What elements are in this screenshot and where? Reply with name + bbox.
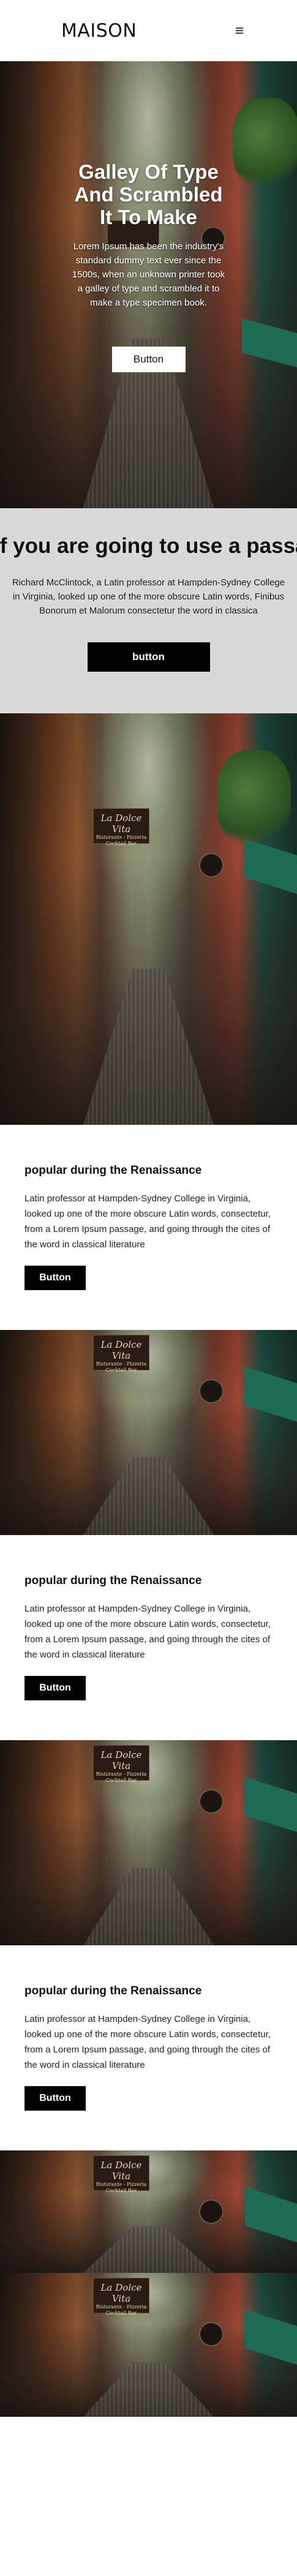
green-awning	[245, 1367, 297, 1422]
hero-title: Galley Of Type And Scrambled It To Make	[74, 160, 223, 228]
passage-text-line: Richard McClintock, a Latin professor at…	[12, 577, 285, 588]
passage-button[interactable]: button	[87, 642, 210, 672]
sign-subtitle: Cocktail Bar	[105, 1367, 137, 1373]
restaurant-sign: La Dolce Vita Ristorante - Pizzeria Cock…	[93, 2155, 149, 2193]
info-section: popular during the Renaissance Latin pro…	[0, 1535, 297, 1740]
section-text: Latin professor at Hampden-Sydney Colleg…	[24, 2014, 271, 2070]
sign-subtitle: Ristorante - Pizzeria	[96, 1771, 147, 1777]
passage-text-line: in Virginia, looked up one of the more o…	[12, 591, 285, 602]
restaurant-sign: La Dolce Vita Ristorante - Pizzeria Cock…	[93, 2278, 149, 2316]
green-awning	[245, 2187, 297, 2242]
sign-subtitle: Cocktail Bar	[105, 841, 137, 846]
hero-content: Galley Of Type And Scrambled It To Make …	[0, 160, 297, 372]
sign-subtitle: Ristorante - Pizzeria	[96, 2182, 147, 2187]
street-photo: La Dolce Vita Ristorante - Pizzeria Cock…	[0, 2150, 297, 2273]
round-sign	[199, 1789, 224, 1814]
section-title: popular during the Renaissance	[24, 1985, 202, 1997]
hamburger-icon	[236, 28, 243, 34]
hero-button[interactable]: Button	[111, 347, 186, 372]
restaurant-sign: La Dolce Vita Ristorante - Pizzeria Cock…	[93, 808, 149, 846]
section-button[interactable]: Button	[24, 1676, 86, 1700]
section-button[interactable]: Button	[24, 2086, 86, 2111]
info-section: popular during the Renaissance Latin pro…	[0, 1125, 297, 1330]
sign-title: La Dolce Vita	[100, 813, 142, 835]
hero-text: Lorem Ipsum has been the industry's stan…	[72, 241, 225, 308]
passage-section: If you are going to use a passage Richar…	[0, 508, 297, 713]
sign-title: La Dolce Vita	[100, 1749, 142, 1771]
round-sign	[199, 2199, 224, 2224]
sign-title: La Dolce Vita	[100, 1339, 142, 1361]
hero-section: Galley Of Type And Scrambled It To Make …	[0, 61, 297, 508]
round-sign	[199, 853, 224, 877]
brand-logo[interactable]: MAISON	[61, 20, 137, 42]
green-awning	[245, 839, 297, 894]
street-photo: La Dolce Vita Ristorante - Pizzeria Cock…	[0, 1740, 297, 1945]
hanging-plants	[217, 750, 291, 848]
sign-title: La Dolce Vita	[100, 2160, 142, 2182]
sign-subtitle: Cocktail Bar	[105, 2188, 137, 2193]
green-awning	[245, 2310, 297, 2365]
restaurant-sign: La Dolce Vita Ristorante - Pizzeria Cock…	[93, 1745, 149, 1783]
street-photo: La Dolce Vita Ristorante - Pizzeria Cock…	[0, 1330, 297, 1535]
passage-text-line: Bonorum et Malorum consectetur the word …	[39, 606, 258, 616]
sign-subtitle: Cocktail Bar	[105, 1778, 137, 1783]
round-sign	[199, 1379, 224, 1403]
sign-title: La Dolce Vita	[100, 2282, 142, 2304]
section-title: popular during the Renaissance	[24, 1164, 202, 1177]
street-photo: La Dolce Vita Ristorante - Pizzeria Cock…	[0, 2273, 297, 2417]
sign-subtitle: Cocktail Bar	[105, 2310, 137, 2316]
menu-icon[interactable]	[235, 26, 244, 36]
sign-subtitle: Ristorante - Pizzeria	[96, 2304, 147, 2310]
round-sign	[199, 2322, 224, 2346]
site-header: MAISON	[0, 0, 297, 61]
info-section: popular during the Renaissance Latin pro…	[0, 1945, 297, 2150]
restaurant-sign: La Dolce Vita Ristorante - Pizzeria Cock…	[93, 1335, 149, 1373]
street-photo: La Dolce Vita Ristorante - Pizzeria Cock…	[0, 713, 297, 1125]
green-awning	[245, 1777, 297, 1832]
section-text: Latin professor at Hampden-Sydney Colleg…	[24, 1193, 271, 1250]
sign-subtitle: Ristorante - Pizzeria	[96, 835, 147, 840]
passage-text: Richard McClintock, a Latin professor at…	[0, 576, 297, 618]
section-title: popular during the Renaissance	[24, 1574, 202, 1587]
section-button[interactable]: Button	[24, 1266, 86, 1290]
passage-title: If you are going to use a passage	[0, 534, 297, 558]
sign-subtitle: Ristorante - Pizzeria	[96, 1361, 147, 1367]
section-text: Latin professor at Hampden-Sydney Colleg…	[24, 1604, 271, 1660]
